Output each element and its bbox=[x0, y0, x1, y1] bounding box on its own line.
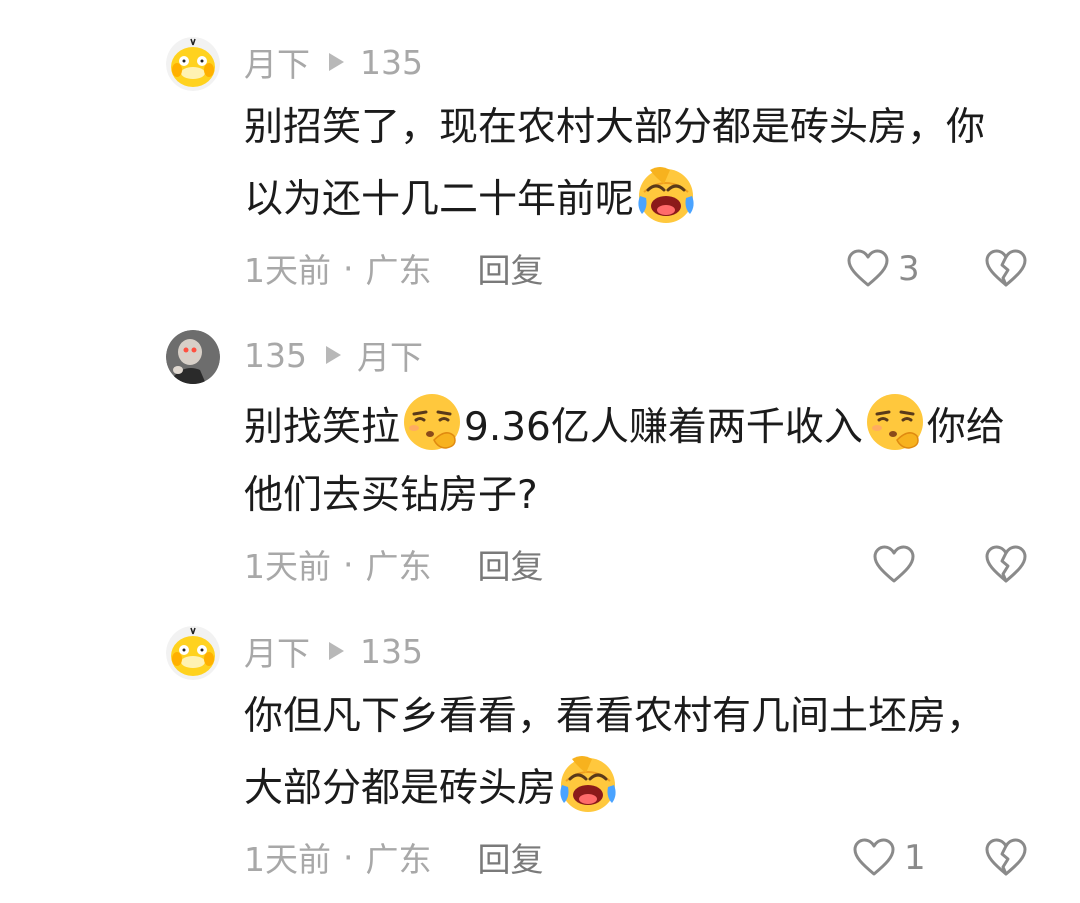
broken-heart-icon[interactable] bbox=[984, 247, 1028, 291]
laughing-crying-emoji bbox=[634, 162, 698, 226]
broken-heart-icon[interactable] bbox=[984, 836, 1028, 880]
like-button[interactable]: 3 bbox=[846, 244, 920, 294]
play-arrow-icon bbox=[326, 51, 346, 73]
play-arrow-icon bbox=[326, 640, 346, 662]
like-button[interactable] bbox=[872, 540, 924, 590]
like-count: 3 bbox=[898, 249, 920, 289]
reply-button[interactable]: 回复 bbox=[478, 833, 544, 881]
timestamp: 1天前 bbox=[244, 251, 331, 290]
avatar[interactable] bbox=[166, 626, 220, 680]
like-count: 1 bbox=[904, 838, 926, 878]
separator: · bbox=[343, 248, 354, 288]
reply-to-name[interactable]: 135 bbox=[360, 43, 423, 82]
avatar[interactable] bbox=[166, 330, 220, 384]
sleepy-pondering-emoji bbox=[400, 390, 464, 454]
heart-outline-icon bbox=[846, 247, 890, 291]
reply-to-name[interactable]: 月下 bbox=[357, 331, 423, 379]
comment-meta: 1天前 · 广东 回复 bbox=[244, 244, 544, 292]
broken-heart-icon[interactable] bbox=[984, 543, 1028, 587]
location: 广东 bbox=[365, 251, 432, 290]
heart-outline-icon bbox=[872, 543, 916, 587]
location: 广东 bbox=[365, 547, 432, 586]
timestamp: 1天前 bbox=[244, 547, 331, 586]
comment-text: 别招笑了，现在农村大部分都是砖头房，你 以为还十几二十年前呢 bbox=[244, 94, 1044, 234]
location: 广东 bbox=[365, 840, 432, 879]
author-name[interactable]: 135 bbox=[244, 336, 307, 375]
comment-meta: 1天前 · 广东 回复 bbox=[244, 540, 544, 588]
avatar[interactable] bbox=[166, 37, 220, 91]
comment-header: 月下 135 bbox=[244, 631, 423, 674]
sleepy-pondering-emoji bbox=[863, 390, 927, 454]
reply-button[interactable]: 回复 bbox=[478, 540, 544, 588]
comment-meta: 1天前 · 广东 回复 bbox=[244, 833, 544, 881]
comment-text: 你但凡下乡看看，看看农村有几间土坯房， 大部分都是砖头房 bbox=[244, 683, 1044, 823]
comment-text: 别找笑拉 9.36亿人赚着两千收入 你给 他们去买钻房子? bbox=[244, 390, 1044, 530]
reply-button[interactable]: 回复 bbox=[478, 244, 544, 292]
comment-header: 135 月下 bbox=[244, 335, 423, 378]
author-name[interactable]: 月下 bbox=[244, 627, 310, 675]
author-name[interactable]: 月下 bbox=[244, 38, 310, 86]
separator: · bbox=[343, 544, 354, 584]
heart-outline-icon bbox=[852, 836, 896, 880]
laughing-crying-emoji bbox=[556, 751, 620, 815]
like-button[interactable]: 1 bbox=[852, 833, 926, 883]
play-arrow-icon bbox=[323, 344, 343, 366]
timestamp: 1天前 bbox=[244, 840, 331, 879]
reply-to-name[interactable]: 135 bbox=[360, 632, 423, 671]
comment-header: 月下 135 bbox=[244, 42, 423, 85]
separator: · bbox=[343, 837, 354, 877]
